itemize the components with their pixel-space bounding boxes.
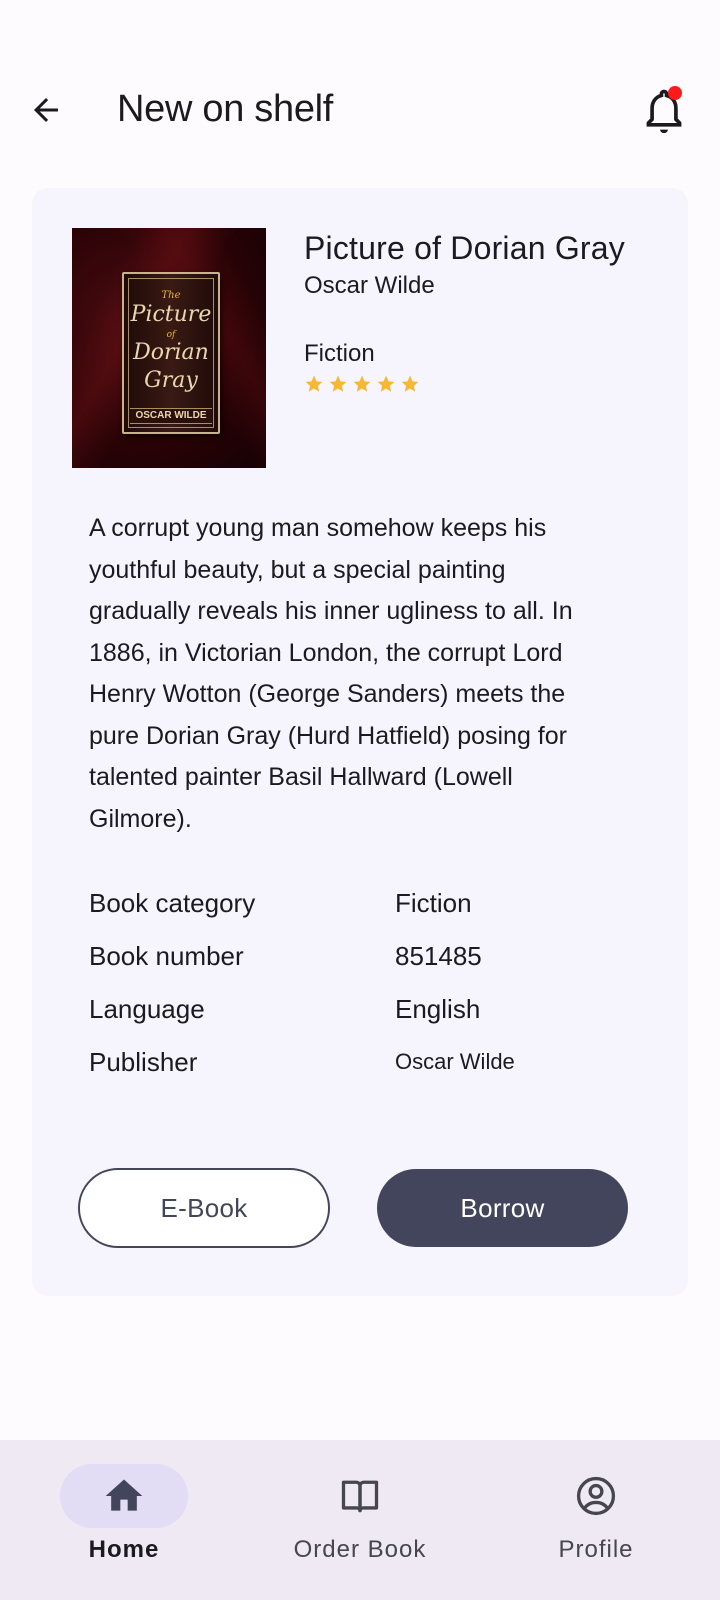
book-details-list: Book category Fiction Book number 851485… (89, 888, 649, 1100)
notification-badge (668, 86, 682, 100)
star-icon (353, 375, 371, 392)
detail-value: Fiction (395, 888, 472, 918)
detail-row-language: Language English (89, 994, 649, 1047)
account-circle-icon (572, 1472, 620, 1520)
star-icon (377, 375, 395, 392)
back-button[interactable] (22, 86, 70, 134)
detail-label: Book category (89, 888, 256, 918)
nav-item-profile[interactable]: Profile (496, 1440, 696, 1600)
arrow-back-icon (34, 98, 58, 122)
detail-row-category: Book category Fiction (89, 888, 649, 941)
detail-row-publisher: Publisher Oscar Wilde (89, 1047, 649, 1100)
book-description: A corrupt young man somehow keeps his yo… (89, 514, 573, 833)
nav-item-order-book[interactable]: Order Book (260, 1440, 460, 1600)
top-app-bar: New on shelf (0, 60, 720, 160)
ebook-button[interactable]: E-Book (78, 1168, 330, 1248)
borrow-button[interactable]: Borrow (377, 1169, 628, 1247)
star-icon (305, 375, 323, 392)
star-icon (329, 375, 347, 392)
cover-title-word: The (161, 290, 181, 301)
book-cover-image: The Picture of Dorian Gray OSCAR WILDE (72, 228, 266, 468)
rating-stars (304, 374, 420, 394)
page-title: New on shelf (117, 88, 334, 130)
home-icon (100, 1472, 148, 1520)
detail-label: Book number (89, 941, 244, 971)
book-genre: Fiction (304, 340, 375, 367)
star-icon (401, 375, 419, 392)
cover-title-word: Picture (130, 302, 212, 327)
book-open-icon (336, 1472, 384, 1520)
book-title: Picture of Dorian Gray (304, 230, 625, 266)
nav-label: Profile (558, 1536, 634, 1563)
detail-value: English (395, 994, 481, 1024)
cover-book-illustration: The Picture of Dorian Gray OSCAR WILDE (122, 272, 220, 434)
detail-value: 851485 (395, 941, 482, 971)
detail-label: Language (89, 994, 205, 1024)
cover-title-word: Dorian (133, 340, 209, 365)
detail-label: Publisher (89, 1047, 198, 1077)
nav-label: Home (88, 1536, 160, 1563)
notifications-button[interactable] (636, 84, 692, 140)
cover-title-word: of (166, 330, 176, 340)
cover-title-word: Gray (144, 368, 198, 393)
cover-author: OSCAR WILDE (130, 408, 212, 424)
book-detail-card: The Picture of Dorian Gray OSCAR WILDE P… (32, 188, 688, 1296)
nav-label: Order Book (293, 1536, 427, 1563)
detail-row-number: Book number 851485 (89, 941, 649, 994)
book-author: Oscar Wilde (304, 272, 435, 299)
bottom-navigation-bar: Home Order Book Profile (0, 1440, 720, 1600)
nav-item-home[interactable]: Home (24, 1440, 224, 1600)
detail-value: Oscar Wilde (395, 1049, 515, 1074)
